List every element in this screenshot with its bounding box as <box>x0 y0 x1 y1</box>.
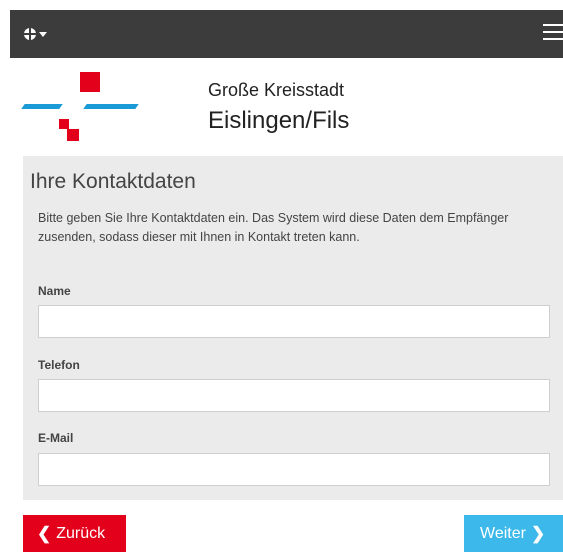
chevron-right-icon: ❯ <box>530 523 546 543</box>
contact-form-panel: Ihre Kontaktdaten Bitte geben Sie Ihre K… <box>23 156 563 500</box>
email-field[interactable] <box>38 453 550 486</box>
back-button[interactable]: ❮ Zurück <box>23 515 126 552</box>
globe-icon <box>24 28 36 40</box>
telefon-label: Telefon <box>38 358 80 372</box>
form-title: Ihre Kontaktdaten <box>30 170 196 193</box>
caret-down-icon <box>39 31 47 37</box>
top-navigation-bar <box>10 10 563 58</box>
chevron-left-icon: ❮ <box>37 523 52 543</box>
back-button-label: Zurück <box>56 524 106 542</box>
next-button-label: Weiter <box>480 524 526 542</box>
name-field[interactable] <box>38 305 550 338</box>
language-selector[interactable] <box>24 25 56 43</box>
telefon-field[interactable] <box>38 379 550 412</box>
city-subtitle: Große Kreisstadt <box>208 80 345 100</box>
city-title: Eislingen/Fils <box>208 107 350 134</box>
city-logo <box>21 72 139 144</box>
next-button[interactable]: Weiter ❯ <box>464 515 563 552</box>
city-name-block: Große Kreisstadt Eislingen/Fils <box>208 80 349 135</box>
email-label: E-Mail <box>38 431 74 445</box>
form-description: Bitte geben Sie Ihre Kontaktdaten ein. D… <box>38 211 509 244</box>
hamburger-menu-icon[interactable] <box>543 24 563 42</box>
name-label: Name <box>38 284 71 298</box>
